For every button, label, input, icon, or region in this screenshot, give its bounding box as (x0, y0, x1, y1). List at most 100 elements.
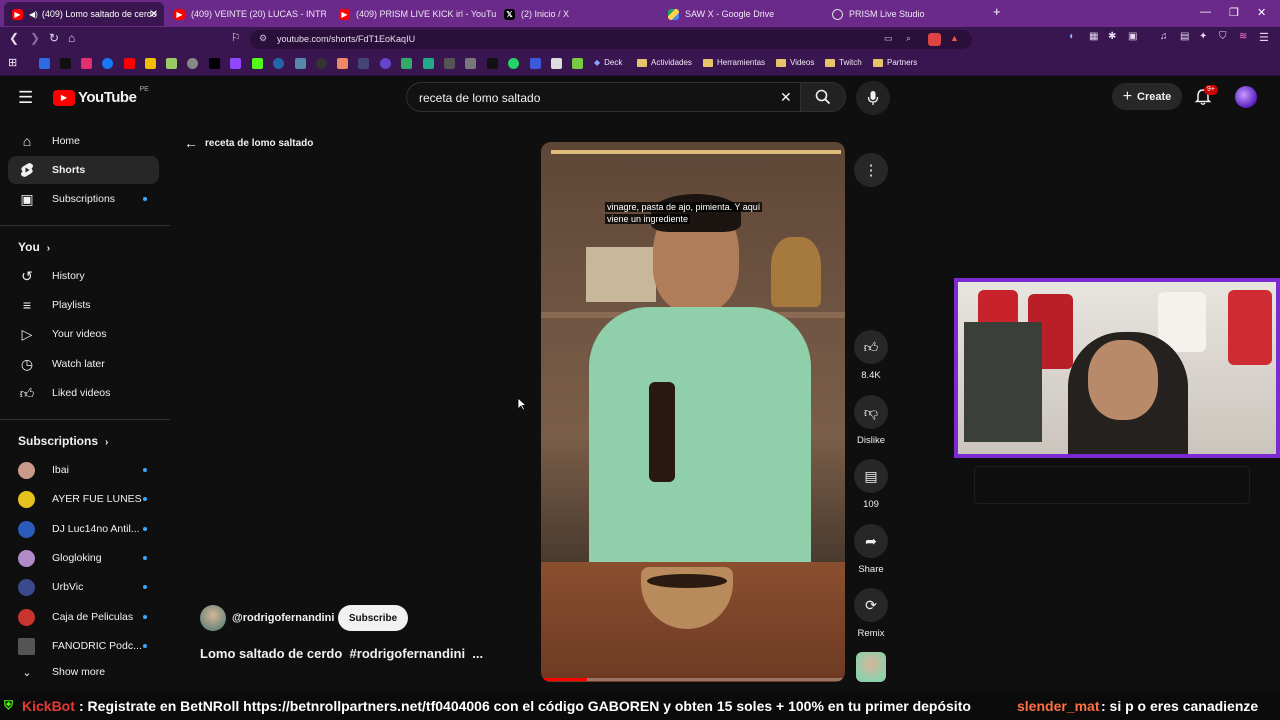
facebook-icon[interactable] (102, 58, 113, 69)
address-bar[interactable]: ⚙ youtube.com/shorts/FdT1EoKaqIU ▭ ⌕ ▲ (250, 30, 972, 49)
url-text[interactable]: youtube.com/shorts/FdT1EoKaqIU (277, 34, 415, 44)
create-button[interactable]: + Create (1112, 83, 1182, 110)
notifications-button[interactable]: 9+ (1194, 85, 1218, 111)
bookmark-icon[interactable] (316, 58, 327, 69)
browser-tab[interactable]: 𝕏 (2) Inicio / X (496, 2, 661, 26)
subscription-item[interactable]: Caja de Peliculas (8, 603, 159, 631)
bookmark-icon[interactable]: ⚐ (231, 31, 241, 44)
bookmark-icon[interactable] (273, 58, 284, 69)
bookmark-icon[interactable] (295, 58, 306, 69)
you-section-header[interactable]: You › (18, 240, 50, 254)
like-button[interactable]: 👍︎ (854, 330, 888, 364)
browser-tab[interactable]: ▶ (409) PRISM LIVE KICK irl - YouTube (331, 2, 496, 26)
remix-button[interactable]: ⟳ (854, 588, 888, 622)
window-close-button[interactable]: ✕ (1257, 6, 1266, 19)
back-arrow-icon[interactable]: ❮ (9, 31, 19, 45)
bookmark-folder[interactable]: Twitch (825, 58, 862, 67)
browser-tab[interactable]: SAW X - Google Drive (660, 2, 825, 26)
progress-bar[interactable] (541, 678, 845, 681)
extension-icon[interactable]: ≋ (1239, 31, 1247, 42)
sidebar-item-history[interactable]: ↺ History (8, 262, 159, 290)
channel-avatar[interactable] (200, 605, 226, 631)
dislike-button[interactable]: 👎︎ (854, 395, 888, 429)
bookmark-icon[interactable] (444, 58, 455, 69)
bookmark-icon[interactable] (530, 58, 541, 69)
menu-icon[interactable]: ☰ (1259, 31, 1269, 44)
bookmark-icon[interactable] (187, 58, 198, 69)
site-info-icon[interactable]: ⚙ (259, 33, 267, 44)
search-button[interactable] (800, 82, 846, 112)
back-to-search-link[interactable]: ← receta de lomo saltado (184, 135, 313, 151)
youtube-logo[interactable]: ▶ YouTube PE (53, 86, 149, 106)
sidebar-item-home[interactable]: ⌂ Home (8, 127, 159, 155)
extension-icon[interactable]: ▦ (1089, 31, 1098, 42)
channel-name[interactable]: @rodrigofernandini (232, 612, 334, 624)
share-button[interactable]: ➦ (854, 524, 888, 558)
bookmark-icon[interactable] (358, 58, 369, 69)
apps-icon[interactable]: ⊞ (8, 56, 17, 69)
reload-icon[interactable]: ↻ (49, 31, 59, 45)
bookmark-folder[interactable]: Actividades (637, 58, 692, 67)
extension-icon[interactable]: ◖ (1068, 31, 1074, 42)
clear-search-icon[interactable]: ✕ (780, 89, 792, 106)
bookmark-icon[interactable] (166, 58, 177, 69)
search-input[interactable]: receta de lomo saltado ✕ (406, 82, 800, 112)
sidebar-item-watch-later[interactable]: ◷ Watch later (8, 350, 159, 378)
home-icon[interactable]: ⌂ (68, 31, 75, 45)
extension-icon[interactable] (928, 33, 941, 46)
instagram-icon[interactable] (81, 58, 92, 69)
bookmark-icon[interactable] (423, 58, 434, 69)
new-tab-button[interactable]: + (993, 4, 1001, 19)
extension-icon[interactable]: ✱ (1108, 31, 1116, 42)
bookmark-folder[interactable]: Videos (776, 58, 814, 67)
bookmark-folder[interactable]: Herramientas (703, 58, 765, 67)
bookmark-icon[interactable] (337, 58, 348, 69)
bookmark-folder[interactable]: Partners (873, 58, 917, 67)
bookmark-icon[interactable] (39, 58, 50, 69)
warning-icon[interactable]: ▲ (950, 33, 959, 43)
subscription-item[interactable]: Glogloking (8, 544, 159, 572)
sidebar-item-subscriptions[interactable]: ▣ Subscriptions (8, 185, 159, 213)
zoom-icon[interactable]: ⌕ (906, 33, 911, 44)
restore-button[interactable]: ❐ (1229, 6, 1239, 19)
short-video-player[interactable]: vinagre, pasta de ajo, pimienta. Y aquí … (541, 142, 845, 682)
more-options-button[interactable]: ⋮ (854, 153, 888, 187)
subscription-item[interactable]: AYER FUE LUNES (8, 485, 159, 513)
browser-tab[interactable]: PRISM Live Studio (824, 2, 989, 26)
avatar[interactable] (1235, 86, 1257, 108)
forward-arrow-icon[interactable]: ❯ (30, 31, 40, 45)
cast-icon[interactable]: ▭ (884, 33, 893, 44)
bookmark-icon[interactable] (465, 58, 476, 69)
twitch-icon[interactable] (230, 58, 241, 69)
bookmark-icon[interactable] (572, 58, 583, 69)
bookmark-icon[interactable] (487, 58, 498, 69)
subscriptions-section-header[interactable]: Subscriptions › (18, 434, 108, 448)
subscription-item[interactable]: DJ Luc14no Antil... (8, 515, 159, 543)
subscribe-button[interactable]: Subscribe (338, 605, 408, 631)
search-value[interactable]: receta de lomo saltado (419, 91, 540, 105)
voice-search-button[interactable] (856, 81, 890, 115)
x-icon[interactable] (209, 58, 220, 69)
bookmark-icon[interactable] (401, 58, 412, 69)
minimize-button[interactable]: — (1200, 6, 1211, 18)
whatsapp-icon[interactable] (508, 58, 519, 69)
short-title[interactable]: Lomo saltado de cerdo #rodrigofernandini… (200, 646, 483, 661)
extension-icon[interactable]: ▤ (1180, 31, 1189, 42)
extension-icon[interactable]: ▣ (1128, 31, 1137, 42)
browser-tab[interactable]: ▶ (409) VEINTE (20) LUCAS - INTRO - Y (166, 2, 326, 26)
sidebar-item-shorts[interactable]: Shorts (8, 156, 159, 184)
show-more-button[interactable]: ⌄ Show more (8, 662, 159, 682)
hamburger-menu-icon[interactable]: ☰ (18, 88, 33, 108)
subscription-item[interactable]: Ibai (8, 456, 159, 484)
sidebar-item-liked-videos[interactable]: 👍︎ Liked videos (8, 379, 159, 407)
sidebar-item-playlists[interactable]: ≡ Playlists (8, 291, 159, 319)
shield-icon[interactable]: ⛉ (1219, 31, 1227, 42)
tiktok-icon[interactable] (60, 58, 71, 69)
close-icon[interactable]: ✕ (150, 9, 158, 20)
subscription-item[interactable]: UrbVic (8, 573, 159, 601)
bookmark-icon[interactable] (145, 58, 156, 69)
music-icon[interactable]: ♫ (1160, 31, 1168, 42)
bookmark-deck[interactable]: ◆ Deck (594, 58, 622, 67)
sidebar-item-your-videos[interactable]: ▷ Your videos (8, 320, 159, 348)
bookmark-icon[interactable] (551, 58, 562, 69)
